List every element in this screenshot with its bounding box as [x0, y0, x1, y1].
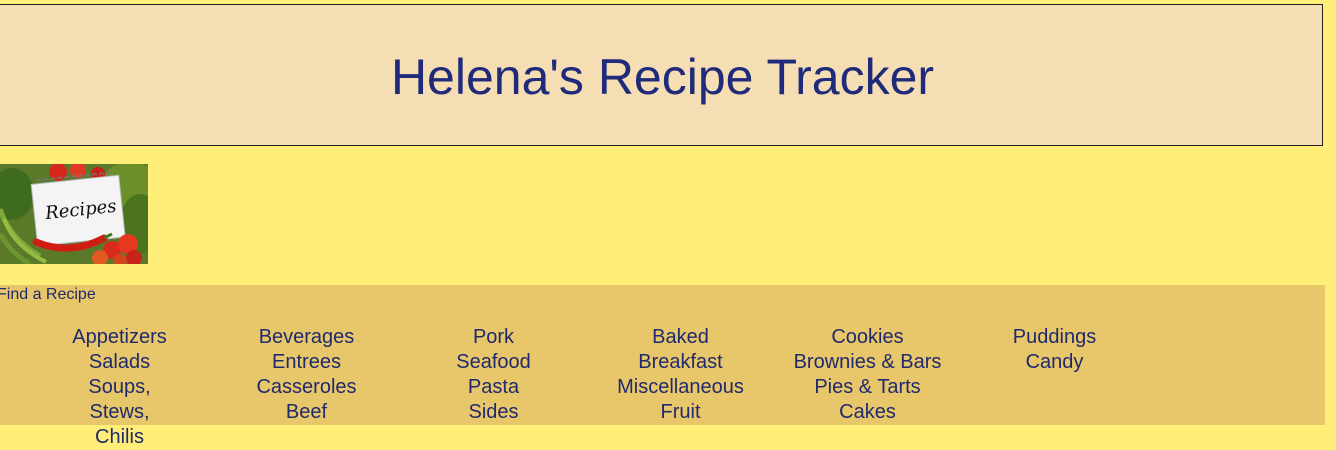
category-link[interactable]: Candy: [961, 350, 1148, 375]
recipes-banner-image: Recipes: [0, 164, 148, 264]
category-link[interactable]: Pork: [400, 325, 587, 350]
category-link[interactable]: Beverages: [213, 325, 400, 350]
category-link[interactable]: Miscellaneous: [587, 375, 774, 400]
category-link[interactable]: Breakfast: [587, 350, 774, 375]
category-link[interactable]: Sides: [400, 400, 587, 425]
category-link[interactable]: Puddings: [961, 325, 1148, 350]
category-link[interactable]: Pasta: [400, 375, 587, 400]
category-link[interactable]: Pies & Tarts: [774, 375, 961, 400]
category-link[interactable]: Cookies: [774, 325, 961, 350]
category-link[interactable]: Cakes: [774, 400, 961, 425]
category-column-4: Baked Breakfast Miscellaneous Fruit: [587, 325, 774, 425]
header-banner: Helena's Recipe Tracker: [0, 4, 1323, 146]
category-link[interactable]: Appetizers: [26, 325, 213, 350]
find-recipe-section: Find a Recipe Appetizers Salads Soups, S…: [0, 285, 1325, 448]
recipes-vegetables-image: Recipes: [0, 164, 148, 264]
category-column-1: Appetizers Salads Soups, Stews, Chilis: [26, 325, 213, 450]
page-title: Helena's Recipe Tracker: [390, 49, 935, 105]
category-column-5: Cookies Brownies & Bars Pies & Tarts Cak…: [774, 325, 961, 425]
category-link[interactable]: Beef: [213, 400, 400, 425]
category-link[interactable]: Casseroles: [213, 375, 400, 400]
category-link[interactable]: Fruit: [587, 400, 774, 425]
category-link[interactable]: Seafood: [400, 350, 587, 375]
category-column-6: Puddings Candy: [961, 325, 1148, 375]
category-column-3: Pork Seafood Pasta Sides: [400, 325, 587, 425]
category-link[interactable]: Soups, Stews, Chilis: [26, 375, 213, 450]
category-link[interactable]: Baked: [587, 325, 774, 350]
category-link[interactable]: Brownies & Bars: [774, 350, 961, 375]
category-link[interactable]: Entrees: [213, 350, 400, 375]
find-recipe-label: Find a Recipe: [0, 286, 96, 303]
category-column-2: Beverages Entrees Casseroles Beef: [213, 325, 400, 425]
category-link[interactable]: Salads: [26, 350, 213, 375]
